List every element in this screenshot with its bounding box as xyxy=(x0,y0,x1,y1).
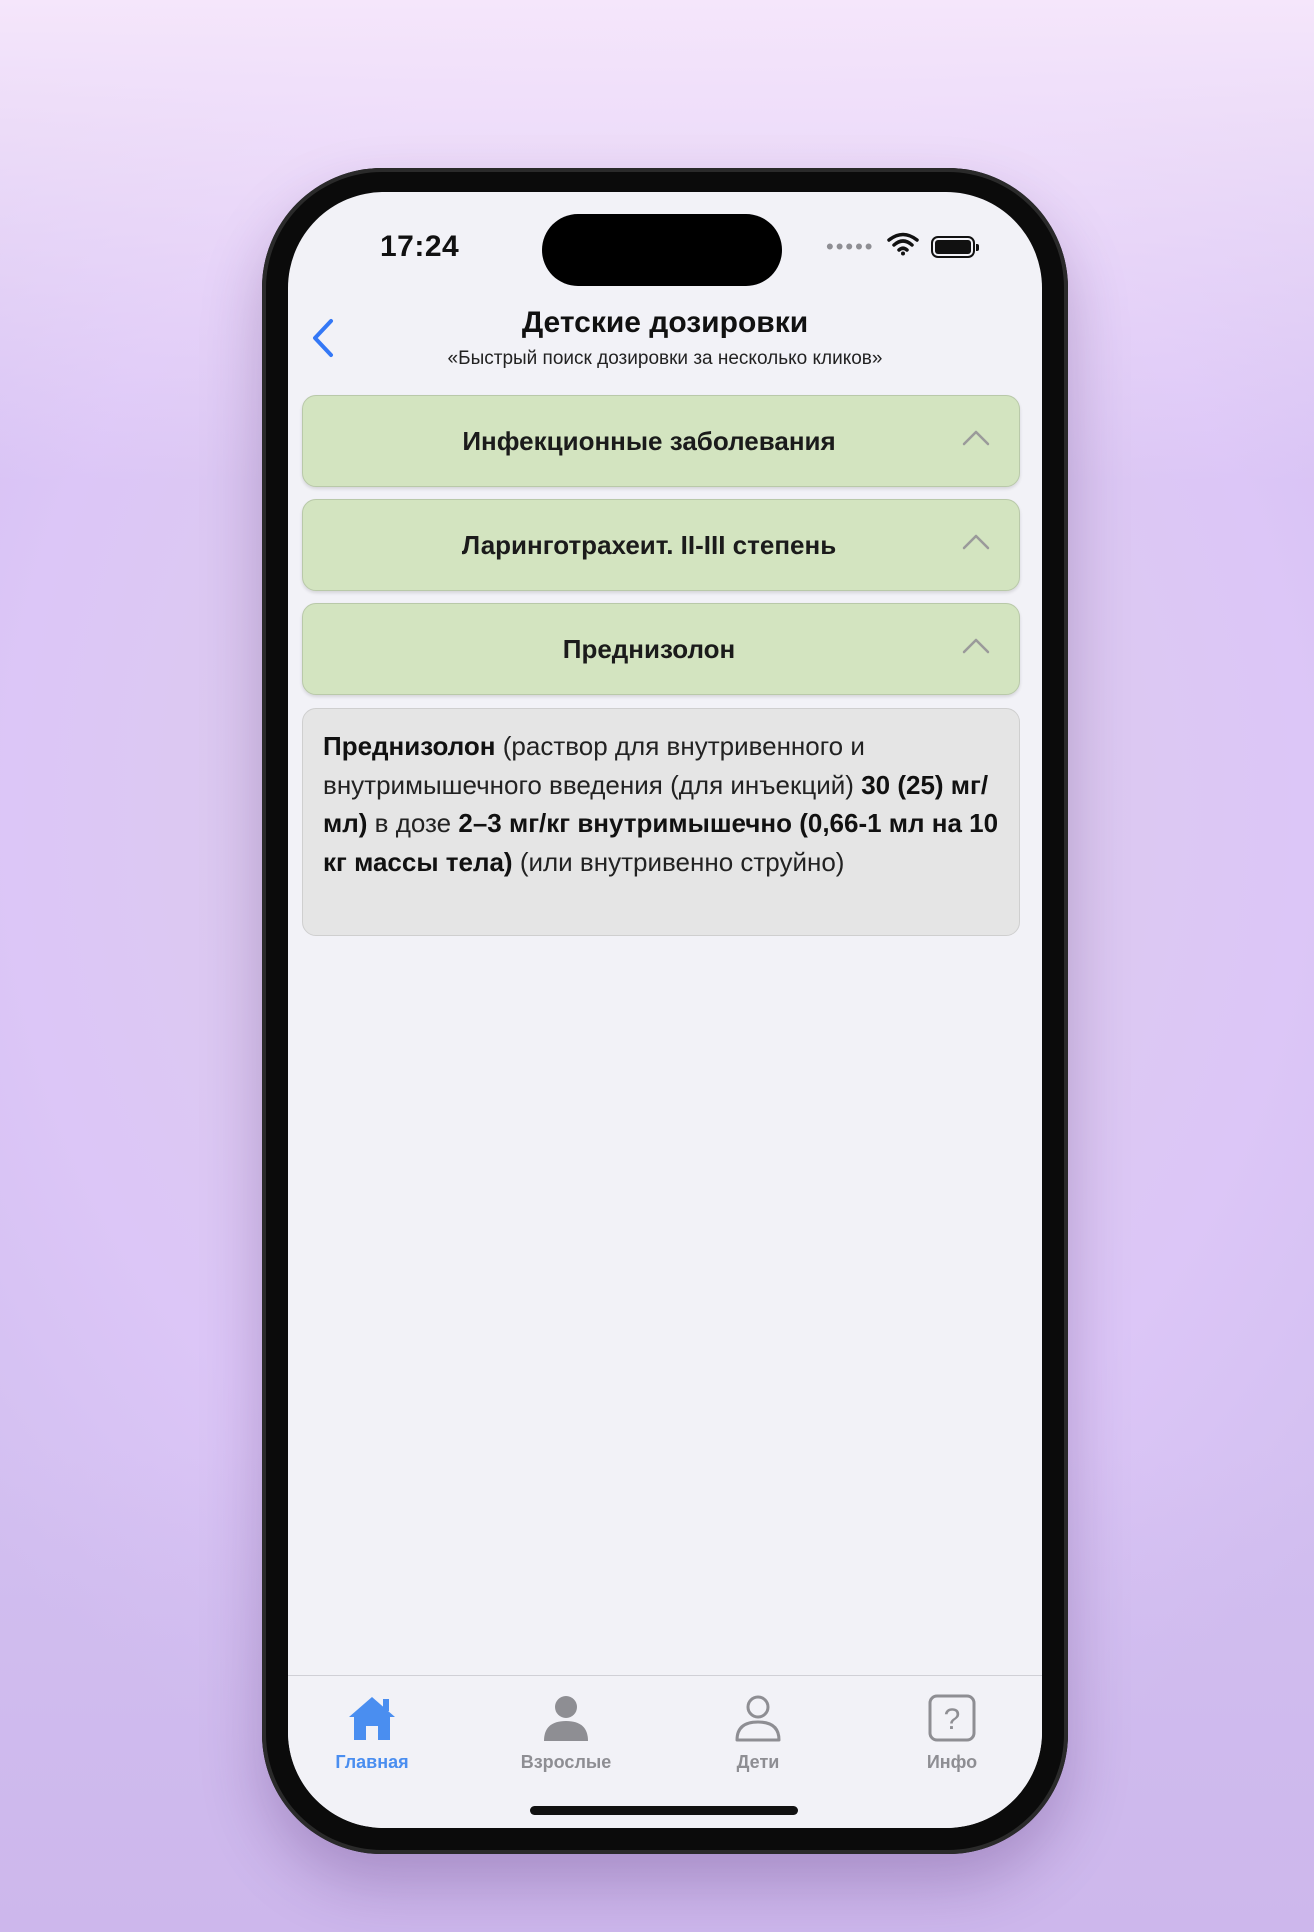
question-square-icon: ? xyxy=(924,1690,980,1746)
chevron-up-icon xyxy=(962,430,990,446)
tab-children[interactable]: Дети xyxy=(678,1690,838,1780)
chevron-up-icon xyxy=(962,534,990,550)
home-indicator xyxy=(530,1806,798,1815)
person-outline-icon xyxy=(730,1690,786,1746)
drug-name: Преднизолон xyxy=(323,731,496,761)
tab-info[interactable]: ? Инфо xyxy=(872,1690,1032,1780)
tab-label: Взрослые xyxy=(520,1752,612,1772)
status-icons: ••••• xyxy=(826,232,979,261)
tab-label: Инфо xyxy=(926,1752,978,1772)
dose-prefix: в дозе xyxy=(374,808,452,838)
person-filled-icon xyxy=(538,1690,594,1746)
tab-home[interactable]: Главная xyxy=(292,1690,452,1780)
status-time: 17:24 xyxy=(380,230,460,263)
page-subtitle: «Быстрый поиск дозировки за несколько кл… xyxy=(447,348,883,369)
accordion-infectious-diseases[interactable]: Инфекционные заболевания xyxy=(302,395,1020,487)
svg-text:?: ? xyxy=(944,1703,961,1736)
phone-screen: 17:24 ••••• Детские дозировки «Быстрый п… xyxy=(288,192,1042,1828)
dose-tail: (или внутривенно струйно) xyxy=(519,846,845,877)
tab-label: Дети xyxy=(736,1752,780,1772)
chevron-up-icon xyxy=(962,638,990,654)
home-icon xyxy=(344,1690,400,1746)
wifi-icon xyxy=(886,232,919,261)
tab-adults[interactable]: Взрослые xyxy=(486,1690,646,1780)
battery-icon xyxy=(930,235,979,258)
dynamic-island xyxy=(542,214,782,286)
page-title: Детские дозировки xyxy=(521,306,809,339)
accordion-prednisolone[interactable]: Преднизолон xyxy=(302,603,1020,695)
accordion-label: Инфекционные заболевания xyxy=(462,425,836,456)
accordion-laryngotracheitis[interactable]: Ларинготрахеит. II-III степень xyxy=(302,499,1020,591)
signal-dots: ••••• xyxy=(826,233,875,259)
tab-label: Главная xyxy=(335,1752,409,1772)
accordion-label: Ларинготрахеит. II-III степень xyxy=(461,529,837,560)
accordion-label: Преднизолон xyxy=(562,633,736,664)
dosage-card: Преднизолон (раствор для внутривенного и… xyxy=(302,708,1020,936)
